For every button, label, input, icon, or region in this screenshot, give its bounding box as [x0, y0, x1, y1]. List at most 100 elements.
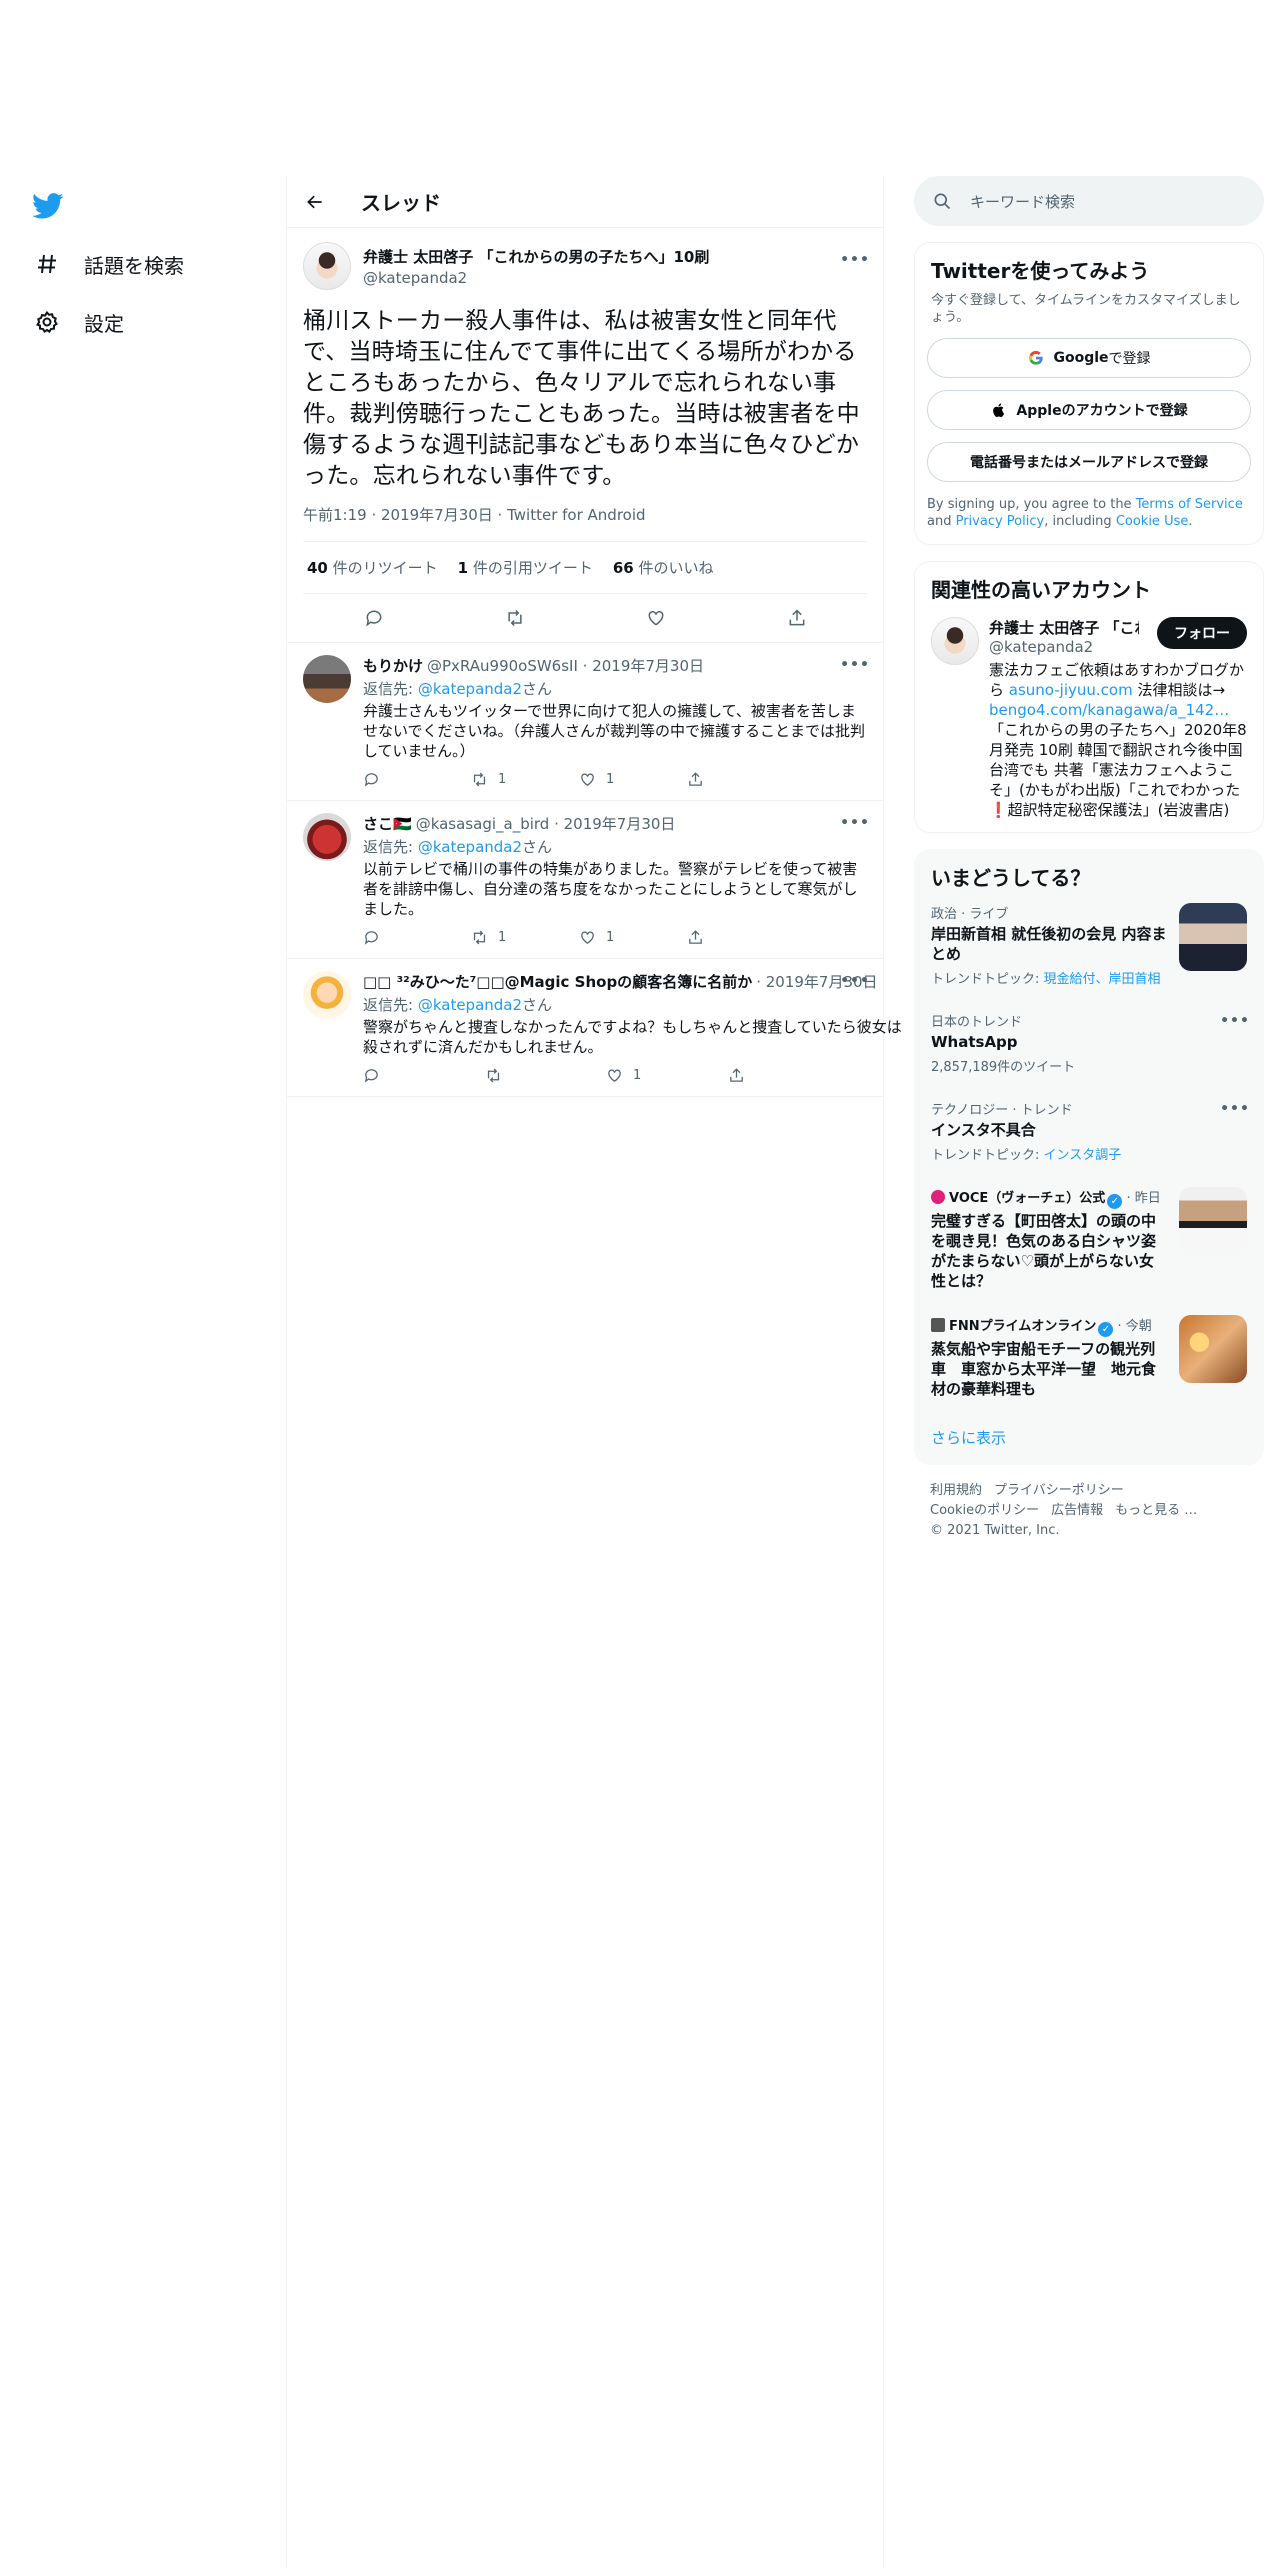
reply-icon[interactable]: [363, 929, 453, 946]
quote-stat[interactable]: 1 件の引用ツイート: [458, 557, 593, 578]
tweet-actions: [303, 594, 867, 642]
apple-signup-label: Appleのアカウントで登録: [1016, 403, 1188, 419]
like-stat[interactable]: 66 件のいいね: [613, 557, 714, 578]
reply-to-link[interactable]: @katepanda2: [418, 996, 522, 1014]
reply-icon[interactable]: [364, 608, 384, 628]
bio-link[interactable]: asuno-jiyuu.com: [1009, 681, 1133, 699]
privacy-link[interactable]: Privacy Policy: [956, 514, 1045, 529]
related-account[interactable]: 弁護士 太田啓子 「これからの男の子たちへ」 @katepanda2 憲法カフェ…: [915, 603, 1263, 820]
reply-tweet[interactable]: さこ🇯🇴 @kasasagi_a_bird · 2019年7月30日 返信先: @…: [287, 801, 883, 959]
footer-terms-link[interactable]: 利用規約: [930, 1483, 982, 1498]
reply-to: 返信先: @katepanda2さん: [363, 838, 553, 856]
share-icon[interactable]: [728, 1067, 818, 1084]
retweet-icon[interactable]: [505, 608, 525, 628]
reply-icon[interactable]: [363, 771, 453, 788]
author-name[interactable]: 弁護士 太田啓子 「これからの男の子たちへ」10刷: [363, 246, 709, 267]
search-input[interactable]: キーワード検索: [970, 191, 1075, 212]
reply-tweet[interactable]: もりかけ @PxRAu990oSW6sII · 2019年7月30日 返信先: @…: [287, 643, 883, 801]
trend-topic-link[interactable]: インスタ調子: [1044, 1148, 1122, 1163]
footer-privacy-link[interactable]: プライバシーポリシー: [994, 1483, 1124, 1498]
reply-icon[interactable]: [363, 1067, 453, 1084]
trends-card: いまどうしてる？ 政治 · ライブ 岸田新首相 就任後初の会見 内容まとめ トレ…: [914, 849, 1264, 1465]
trend-item[interactable]: テクノロジー · トレンド インスタ不具合 トレンドトピック: インスタ調子 •…: [915, 1087, 1263, 1175]
phone-email-signup-label: 電話番号またはメールアドレスで登録: [970, 455, 1208, 471]
avatar[interactable]: [303, 971, 351, 1019]
cookie-link[interactable]: Cookie Use: [1116, 514, 1189, 529]
more-options-icon[interactable]: •••: [1220, 1099, 1249, 1119]
reply-to-link[interactable]: @katepanda2: [418, 838, 522, 856]
nav-settings[interactable]: 設定: [34, 302, 124, 342]
signup-title: Twitterを使ってみよう: [931, 259, 1150, 283]
right-sidebar: キーワード検索 Twitterを使ってみよう 今すぐ登録して、タイムラインをカス…: [914, 176, 1264, 1541]
author-handle[interactable]: @kasasagi_a_bird · 2019年7月30日: [416, 813, 676, 834]
more-options-icon[interactable]: •••: [840, 655, 869, 675]
more-options-icon[interactable]: •••: [1220, 1011, 1249, 1031]
like-icon[interactable]: 1: [606, 1067, 696, 1084]
nav-explore[interactable]: 話題を検索: [34, 244, 184, 284]
footer-more-link[interactable]: もっと見る …: [1115, 1503, 1197, 1518]
like-icon[interactable]: [646, 608, 666, 628]
footer-cookie-link[interactable]: Cookieのポリシー: [930, 1503, 1039, 1518]
like-count: 1: [633, 1068, 642, 1083]
trend-item[interactable]: 政治 · ライブ 岸田新首相 就任後初の会見 内容まとめ トレンドトピック: 現…: [915, 891, 1263, 999]
phone-email-signup-button[interactable]: 電話番号またはメールアドレスで登録: [927, 442, 1251, 482]
retweet-icon[interactable]: 1: [471, 929, 561, 946]
trend-topic-link[interactable]: 現金給付、岸田首相: [1044, 972, 1161, 987]
tweet-text: 以前テレビで桶川の事件の特集がありました。警察がテレビを使って被害者を誹謗中傷し…: [363, 860, 858, 918]
search-bar[interactable]: キーワード検索: [914, 176, 1264, 226]
show-more-link[interactable]: さらに表示: [915, 1411, 1263, 1464]
share-icon[interactable]: [787, 608, 807, 628]
trend-item[interactable]: 日本のトレンド WhatsApp 2,857,189件のツイート •••: [915, 999, 1263, 1087]
retweet-icon[interactable]: 1: [471, 771, 561, 788]
related-name[interactable]: 弁護士 太田啓子 「これからの男の子たちへ」: [989, 617, 1139, 638]
google-signup-button[interactable]: Google で登録: [927, 338, 1251, 378]
trend-thumbnail: [1179, 903, 1247, 971]
footer-ads-link[interactable]: 広告情報: [1051, 1503, 1103, 1518]
tweet-text: 弁護士さんもツイッターで世界に向けて犯人の擁護して、被害者を苦しませないでくださ…: [363, 702, 866, 760]
reply-to-link[interactable]: @katepanda2: [418, 680, 522, 698]
author-name[interactable]: □□ ³²みひ〜た⁷□□@Magic Shopの顧客名簿に名前か: [363, 971, 752, 992]
author-handle[interactable]: @katepanda2: [363, 269, 709, 287]
back-arrow-icon[interactable]: [303, 190, 327, 214]
search-icon: [932, 191, 952, 211]
reply-to: 返信先: @katepanda2さん: [363, 680, 553, 698]
twitter-logo-icon[interactable]: [32, 190, 64, 222]
retweet-count: 1: [498, 772, 507, 787]
follow-button[interactable]: フォロー: [1157, 617, 1247, 649]
share-icon[interactable]: [687, 929, 777, 946]
bio-link[interactable]: bengo4.com/kanagawa/a_142…: [989, 701, 1229, 719]
avatar[interactable]: [303, 655, 351, 703]
signup-subtitle: 今すぐ登録して、タイムラインをカスタマイズしましょう。: [931, 293, 1241, 325]
tweet-meta[interactable]: 午前1:19 · 2019年7月30日 · Twitter for Androi…: [303, 504, 867, 542]
google-icon: [1027, 349, 1045, 367]
google-signup-label: Google: [1053, 350, 1109, 366]
retweet-stat[interactable]: 40 件のリツイート: [307, 557, 438, 578]
apple-signup-button[interactable]: Appleのアカウントで登録: [927, 390, 1251, 430]
avatar[interactable]: [931, 617, 979, 665]
hashtag-icon: [34, 251, 60, 277]
nav-explore-label: 話題を検索: [84, 253, 184, 278]
like-icon[interactable]: 1: [579, 929, 669, 946]
page-title: スレッド: [361, 191, 441, 215]
terms-link[interactable]: Terms of Service: [1136, 497, 1243, 512]
trend-item[interactable]: FNNプライムオンライン ✓ · 今朝 蒸気船や宇宙船モチーフの観光列車 車窓から…: [915, 1303, 1263, 1411]
more-options-icon[interactable]: •••: [840, 971, 869, 991]
author-name[interactable]: もりかけ: [363, 655, 423, 676]
fnn-logo-icon: [931, 1318, 945, 1332]
trend-thumbnail: [1179, 1187, 1247, 1255]
thread-column: スレッド 弁護士 太田啓子 「これからの男の子たちへ」10刷 @katepand…: [286, 176, 902, 2568]
more-options-icon[interactable]: •••: [840, 813, 869, 833]
share-icon[interactable]: [687, 771, 777, 788]
avatar[interactable]: [303, 813, 351, 861]
author-handle[interactable]: @PxRAu990oSW6sII · 2019年7月30日: [427, 655, 704, 676]
gear-icon: [34, 309, 60, 335]
retweet-icon[interactable]: [485, 1067, 575, 1084]
like-icon[interactable]: 1: [579, 771, 669, 788]
avatar[interactable]: [303, 242, 351, 290]
more-options-icon[interactable]: •••: [840, 250, 869, 270]
reply-tweet[interactable]: □□ ³²みひ〜た⁷□□@Magic Shopの顧客名簿に名前か · 2019年…: [287, 959, 902, 1097]
nav-settings-label: 設定: [84, 311, 124, 336]
trend-item[interactable]: VOCE（ヴォーチェ）公式 ✓ · 昨日 完璧すぎる【町田啓太】の頭の中を覗き見！…: [915, 1175, 1263, 1303]
author-name[interactable]: さこ🇯🇴: [363, 813, 412, 834]
reply-to: 返信先: @katepanda2さん: [363, 996, 553, 1014]
